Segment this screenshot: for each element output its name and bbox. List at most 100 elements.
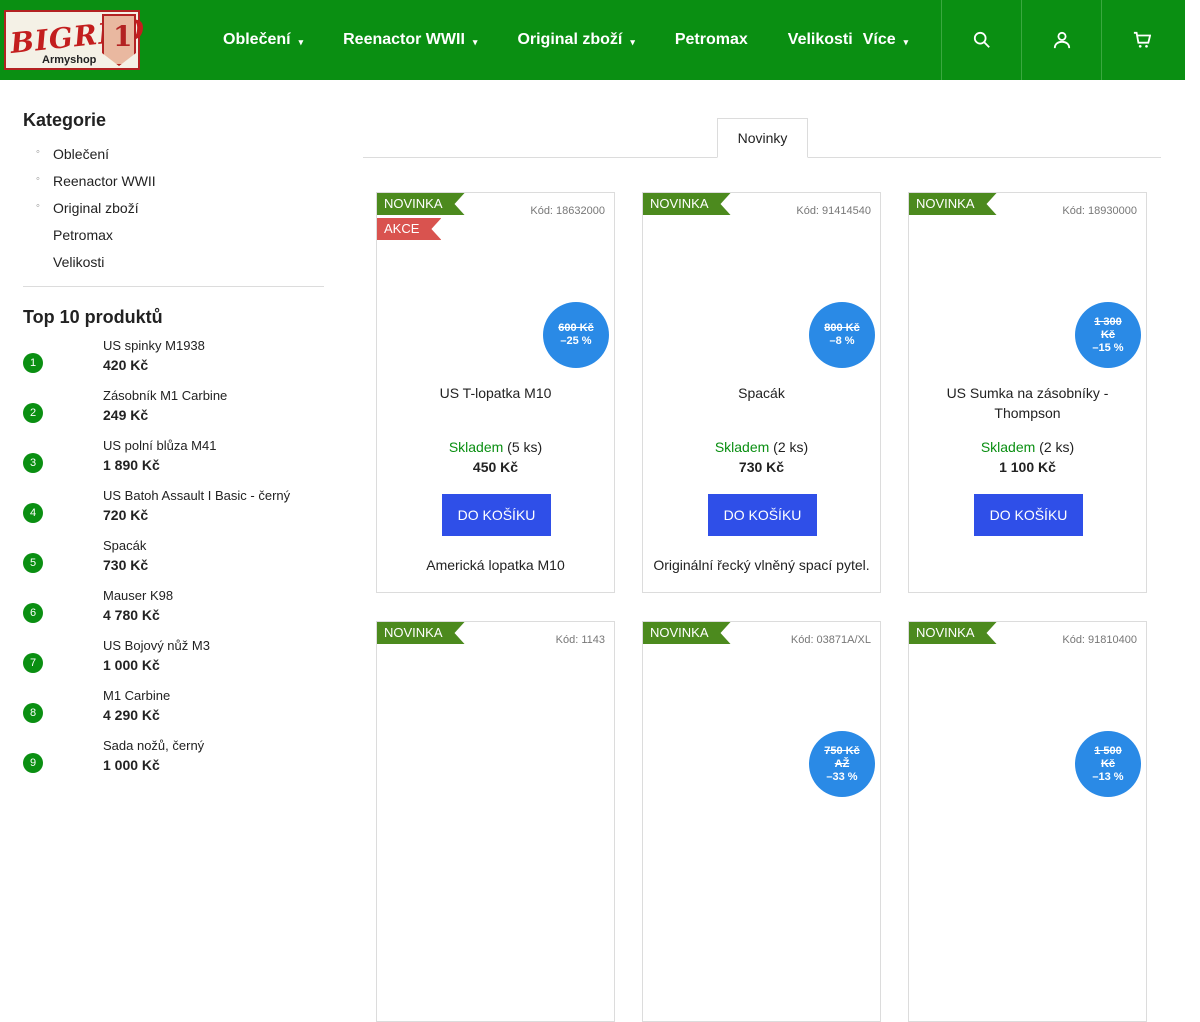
product-price: 450 Kč — [472, 459, 519, 475]
top-product-name: Mauser K98 — [103, 588, 174, 603]
stock-count: (5 ks) — [507, 439, 543, 455]
rank-badge: 5 — [23, 553, 43, 573]
nav-item-petromax[interactable]: Petromax — [675, 31, 748, 49]
nav-item-label: Velikosti — [787, 31, 853, 48]
sidebar-item-label: Original zboží — [53, 200, 139, 216]
nav-item-obleceni[interactable]: Oblečení ▾ — [223, 31, 303, 49]
stock-status: Skladem (2 ks) — [909, 439, 1146, 455]
product-description: Americká lopatka M10 — [426, 557, 565, 573]
rank-badge: 9 — [23, 753, 43, 773]
discount-badge: 1 300 Kč –15 % — [1075, 302, 1141, 368]
product-name[interactable]: US Sumka na zásobníky - Thompson — [909, 383, 1146, 423]
top-product-name: US Bojový nůž M3 — [103, 638, 210, 653]
rank-badge: 7 — [23, 653, 43, 673]
sidebar-item-label: Petromax — [53, 227, 113, 243]
top-product-name: M1 Carbine — [103, 688, 171, 703]
product-code: Kód: 1143 — [555, 634, 605, 646]
product-code: Kód: 18632000 — [530, 205, 605, 217]
account-button[interactable] — [1021, 0, 1101, 80]
stock-count: (2 ks) — [773, 439, 809, 455]
top-product-price: 1 890 Kč — [103, 457, 160, 473]
top-product-item[interactable]: 7 US Bojový nůž M3 1 000 Kč — [23, 638, 324, 698]
search-button[interactable] — [941, 0, 1021, 80]
sidebar-item-velikosti[interactable]: Velikosti — [23, 253, 324, 280]
nav-item-original[interactable]: Original zboží ▾ — [517, 31, 634, 49]
new-badge: NOVINKA — [377, 622, 465, 644]
discount-percent: –25 % — [560, 335, 592, 347]
product-code: Kód: 91810400 — [1062, 634, 1137, 646]
sale-badge: AKCE — [377, 218, 441, 240]
product-code: Kód: 91414540 — [796, 205, 871, 217]
rank-badge: 2 — [23, 403, 43, 423]
new-badge: NOVINKA — [377, 193, 465, 215]
product-card[interactable]: NOVINKA Kód: 03871A/XL 750 Kč AŽ –33 % — [642, 621, 881, 1022]
sidebar-item-reenactor[interactable]: ◦ Reenactor WWII — [23, 172, 324, 199]
product-card[interactable]: NOVINKA Kód: 91810400 1 500 Kč –13 % — [908, 621, 1147, 1022]
top-product-price: 1 000 Kč — [103, 657, 160, 673]
product-card[interactable]: NOVINKA Kód: 1143 — [376, 621, 615, 1022]
categories-title: Kategorie — [23, 110, 107, 130]
top-product-price: 730 Kč — [103, 557, 149, 573]
sidebar-item-label: Velikosti — [53, 254, 105, 270]
product-card[interactable]: NOVINKA Kód: 18930000 1 300 Kč –15 % US … — [908, 192, 1147, 593]
add-to-cart-button[interactable]: DO KOŠÍKU — [442, 494, 551, 536]
chevron-down-icon: ▾ — [298, 36, 304, 47]
chevron-down-icon: ▾ — [472, 36, 478, 47]
stock-label: Skladem — [448, 439, 504, 455]
new-badge: NOVINKA — [909, 193, 997, 215]
product-price: 1 100 Kč — [999, 459, 1056, 475]
original-price: 800 Kč — [824, 322, 860, 334]
discount-badge: 800 Kč –8 % — [809, 302, 875, 368]
rank-badge: 4 — [23, 503, 43, 523]
top-product-name: US spinky M1938 — [103, 338, 205, 353]
top-product-item[interactable]: 4 US Batoh Assault I Basic - černý 720 Kč — [23, 488, 324, 548]
new-badge: NOVINKA — [909, 622, 997, 644]
nav-item-vice[interactable]: Více ▾ — [863, 31, 908, 49]
original-price: 1 500 Kč — [1094, 744, 1122, 770]
sidebar-item-label: Oblečení — [53, 146, 110, 162]
sidebar-item-petromax[interactable]: Petromax — [23, 226, 324, 253]
add-to-cart-button[interactable]: DO KOŠÍKU — [708, 494, 817, 536]
product-name[interactable]: Spacák — [643, 383, 880, 403]
top-product-item[interactable]: 9 Sada nožů, černý 1 000 Kč — [23, 738, 324, 798]
new-badge: NOVINKA — [643, 622, 731, 644]
rank-badge: 3 — [23, 453, 43, 473]
header-actions — [941, 0, 1181, 80]
sidebar-item-obleceni[interactable]: ◦ Oblečení — [23, 145, 324, 172]
search-icon — [973, 31, 990, 48]
top-product-item[interactable]: 5 Spacák 730 Kč — [23, 538, 324, 598]
sidebar-item-original[interactable]: ◦ Original zboží — [23, 199, 324, 226]
stock-label: Skladem — [980, 439, 1036, 455]
top-product-price: 4 290 Kč — [103, 707, 160, 723]
chevron-down-icon: ▾ — [630, 36, 635, 47]
main-nav: Oblečení ▾ Reenactor WWII ▾ Original zbo… — [223, 0, 948, 80]
nav-item-label: Oblečení — [223, 31, 291, 48]
top-product-name: US Batoh Assault I Basic - černý — [103, 488, 291, 503]
top-product-name: Zásobník M1 Carbine — [103, 388, 228, 403]
product-card[interactable]: NOVINKA Kód: 91414540 800 Kč –8 % Spacák… — [642, 192, 881, 593]
top-products-title: Top 10 produktů — [23, 307, 163, 327]
nav-item-reenactor[interactable]: Reenactor WWII ▾ — [343, 31, 477, 49]
product-name[interactable]: US T-lopatka M10 — [377, 383, 614, 403]
discount-badge: 1 500 Kč –13 % — [1075, 731, 1141, 797]
original-price: 600 Kč — [558, 322, 594, 334]
cart-button[interactable] — [1101, 0, 1181, 80]
sidebar-divider — [23, 286, 324, 287]
nav-item-velikosti[interactable]: Velikosti — [788, 31, 853, 49]
site-logo[interactable]: BIGRED Armyshop 1 — [4, 10, 147, 70]
discount-percent: –8 % — [829, 335, 855, 347]
top-product-price: 4 780 Kč — [103, 607, 160, 623]
product-card[interactable]: NOVINKA AKCE Kód: 18632000 600 Kč –25 % … — [376, 192, 615, 593]
stock-count: (2 ks) — [1039, 439, 1075, 455]
tab-novinky[interactable]: Novinky — [717, 118, 808, 158]
logo-badge: 1 — [102, 14, 136, 66]
nav-item-label: Original zboží — [517, 31, 623, 48]
site-header: BIGRED Armyshop 1 Oblečení ▾ Reenactor W… — [0, 0, 1185, 80]
top-product-price: 720 Kč — [103, 507, 149, 523]
original-price: 750 Kč AŽ — [824, 744, 860, 770]
stock-label: Skladem — [714, 439, 770, 455]
new-badge: NOVINKA — [643, 193, 731, 215]
stock-status: Skladem (5 ks) — [377, 439, 614, 455]
rank-badge: 6 — [23, 603, 43, 623]
add-to-cart-button[interactable]: DO KOŠÍKU — [974, 494, 1083, 536]
